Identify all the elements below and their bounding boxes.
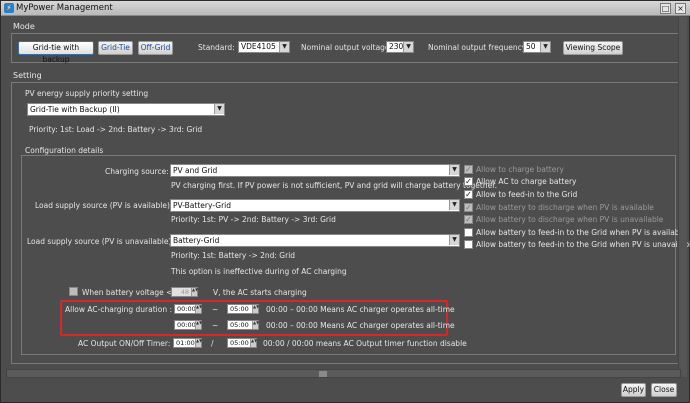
load-pv-unavailable-value: Battery-Grid	[173, 236, 220, 245]
allow-battery-feed-in-pv-available-checkbox[interactable]	[464, 228, 473, 237]
battery-voltage-suffix: V, the AC starts charging	[213, 288, 307, 297]
app-icon: ⚡	[4, 3, 14, 13]
timer-start-input[interactable]: 01:00 ▲▼	[173, 338, 202, 348]
load-pv-available-select[interactable]: PV-Battery-Grid ▼	[170, 199, 460, 212]
chevron-down-icon: ▼	[403, 42, 413, 52]
battery-voltage-label: When battery voltage <	[82, 288, 173, 297]
voltage-select[interactable]: 230 ▼	[386, 41, 414, 53]
spinner-icon: ▲▼	[252, 321, 259, 329]
frequency-label: Nominal output frequency:	[428, 43, 529, 52]
charging-source-select[interactable]: PV and Grid ▼	[170, 164, 460, 177]
ac-end-1-value: 05:00	[230, 305, 249, 313]
spinner-icon: ▲▼	[252, 305, 259, 313]
chevron-down-icon: ▼	[279, 42, 289, 52]
load-pv-available-label: Load supply source (PV is available):	[35, 201, 173, 210]
allow-feed-in-checkbox[interactable]: ✓	[464, 190, 473, 199]
chevron-down-icon: ▼	[540, 42, 550, 52]
allow-battery-feed-in-pv-unavailable-checkbox[interactable]	[464, 240, 473, 249]
ac-charging-label: Allow AC-charging duration :	[65, 305, 172, 314]
ac-start-1-input[interactable]: 00:00 ▲▼	[174, 304, 202, 314]
standard-value: VDE4105	[241, 42, 276, 51]
vertical-scrollbar[interactable]	[678, 17, 687, 377]
allow-battery-feed-in-pv-unavailable-label: Allow battery to feed-in to the Grid whe…	[476, 240, 690, 249]
ac-end-1-input[interactable]: 05:00 ▲▼	[227, 304, 259, 314]
spinner-icon: ▲▼	[191, 288, 198, 296]
scrollbar-thumb[interactable]	[319, 371, 327, 377]
spinner-icon: ▲▼	[195, 339, 202, 347]
mode-off-grid-button[interactable]: Off-Grid	[138, 41, 173, 55]
ac-start-2-value: 00:00	[177, 321, 196, 329]
config-section-label: Configuration details	[25, 146, 104, 155]
battery-voltage-input[interactable]: 48 ▲▼	[171, 287, 198, 297]
horizontal-scrollbar[interactable]	[6, 369, 681, 378]
allow-feed-in-label: Allow to feed-in to the Grid	[476, 190, 578, 199]
mode-grid-tie-button[interactable]: Grid-Tie	[98, 41, 133, 55]
allow-battery-feed-in-pv-available-label: Allow battery to feed-in to the Grid whe…	[476, 228, 687, 237]
ac-note-1: 00:00 – 00:00 Means AC charger operates …	[266, 305, 455, 314]
load-pv-unavailable-select[interactable]: Battery-Grid ▼	[170, 234, 460, 247]
title-bar: ⚡ MyPower Management □ ×	[1, 1, 690, 16]
maximize-icon[interactable]: □	[660, 3, 671, 14]
frequency-select[interactable]: 50 ▼	[523, 41, 551, 53]
setting-section-label: Setting	[13, 71, 42, 80]
spinner-icon: ▲▼	[195, 305, 202, 313]
main-window: ⚡ MyPower Management □ × Mode Grid-tie w…	[0, 0, 690, 403]
battery-voltage-value: 48	[180, 288, 189, 296]
allow-discharge-pv-unavailable-label: Allow battery to discharge when PV is un…	[476, 215, 664, 224]
window-title: MyPower Management	[16, 3, 113, 13]
timer-label: AC Output ON/Off Timer:	[78, 339, 171, 348]
ac-tilde-2: ~	[212, 321, 219, 330]
standard-label: Standard:	[198, 43, 235, 52]
ac-start-1-value: 00:00	[177, 305, 196, 313]
close-button[interactable]: Close	[651, 383, 677, 397]
timer-end-input[interactable]: 05:00 ▲▼	[227, 338, 257, 348]
load-pv-unavailable-priority: Priority: 1st: Battery -> 2nd: Grid	[171, 251, 296, 260]
spinner-icon: ▲▼	[195, 321, 202, 329]
charging-note: PV charging first. If PV power is not su…	[171, 181, 498, 190]
timer-end-value: 05:00	[230, 339, 249, 347]
ineffective-note: This option is ineffective during of AC …	[171, 267, 347, 276]
load-pv-available-priority: Priority: 1st: PV -> 2nd: Battery -> 3rd…	[171, 215, 336, 224]
pv-priority-label: PV energy supply priority setting	[25, 89, 149, 98]
allow-discharge-pv-available-checkbox[interactable]: ✓	[464, 203, 473, 212]
ac-note-2: 00:00 – 00:00 Means AC charger operates …	[266, 321, 455, 330]
charging-source-value: PV and Grid	[173, 166, 218, 175]
chevron-down-icon: ▼	[449, 235, 459, 245]
standard-select[interactable]: VDE4105 ▼	[238, 41, 290, 53]
charging-source-label: Charging source:	[105, 167, 169, 176]
allow-ac-charge-label: Allow AC to charge battery	[476, 177, 577, 186]
frequency-value: 50	[526, 42, 536, 51]
priority-text: Priority: 1st: Load -> 2nd: Battery -> 3…	[29, 125, 203, 134]
ac-end-2-input[interactable]: 05:00 ▲▼	[227, 320, 259, 330]
allow-discharge-pv-available-label: Allow battery to discharge when PV is av…	[476, 203, 654, 212]
spinner-icon: ▲▼	[250, 339, 257, 347]
allow-charge-battery-checkbox[interactable]: ✓	[464, 165, 473, 174]
mode-section-label: Mode	[13, 22, 35, 31]
voltage-value: 230	[389, 42, 404, 51]
close-icon[interactable]: ×	[675, 3, 686, 14]
load-pv-unavailable-label: Load supply source (PV is unavailable):	[27, 237, 174, 246]
pv-priority-value: Grid-Tie with Backup (II)	[30, 105, 120, 114]
mode-grid-tie-backup-button[interactable]: Grid-tie with backup	[18, 41, 94, 64]
pv-priority-select[interactable]: Grid-Tie with Backup (II) ▼	[27, 103, 225, 116]
timer-start-value: 01:00	[176, 339, 195, 347]
ac-start-2-input[interactable]: 00:00 ▲▼	[174, 320, 202, 330]
chevron-down-icon: ▼	[449, 200, 459, 210]
ac-tilde-1: ~	[212, 305, 219, 314]
apply-button[interactable]: Apply	[621, 383, 646, 397]
allow-charge-battery-label: Allow to charge battery	[476, 165, 564, 174]
battery-voltage-checkbox[interactable]	[69, 287, 78, 296]
chevron-down-icon: ▼	[449, 165, 459, 175]
timer-note: 00:00 / 00:00 means AC Output timer func…	[263, 339, 467, 348]
load-pv-available-value: PV-Battery-Grid	[173, 201, 232, 210]
allow-ac-charge-checkbox[interactable]: ✓	[464, 177, 473, 186]
viewing-scope-button[interactable]: Viewing Scope	[563, 41, 623, 55]
allow-discharge-pv-unavailable-checkbox[interactable]: ✓	[464, 215, 473, 224]
ac-end-2-value: 05:00	[230, 321, 249, 329]
chevron-down-icon: ▼	[214, 104, 224, 114]
timer-slash: /	[211, 339, 214, 348]
voltage-label: Nominal output voltage:	[301, 43, 393, 52]
